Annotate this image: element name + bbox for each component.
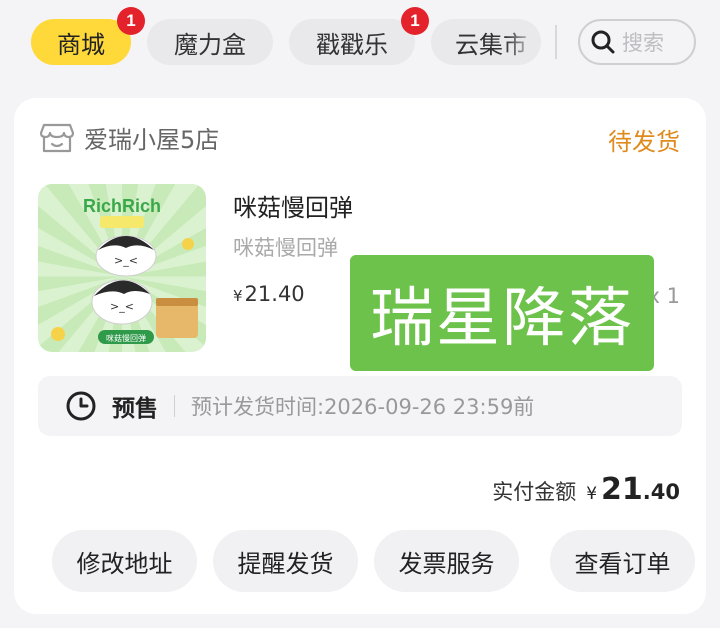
product-spec: 咪菇慢回弹 bbox=[233, 236, 338, 260]
tab-magic-box[interactable]: 魔力盒 bbox=[147, 19, 273, 65]
search-icon bbox=[591, 30, 615, 54]
presale-label: 预售 bbox=[112, 396, 158, 422]
order-actions: 修改地址 提醒发货 发票服务 查看订单 bbox=[52, 530, 696, 592]
store-icon bbox=[40, 123, 74, 152]
watermark-overlay: 瑞星降落 bbox=[350, 255, 654, 371]
search-box[interactable]: 搜索 bbox=[578, 19, 696, 65]
order-card[interactable]: 爱瑞小屋5店 待发货 RichRich >_< >_< 咪菇慢回弹 咪菇慢回弹 … bbox=[14, 98, 706, 614]
clock-icon bbox=[66, 391, 96, 421]
tab-mall[interactable]: 商城 1 bbox=[31, 7, 145, 65]
tab-poke-game[interactable]: 戳戳乐 1 bbox=[289, 7, 429, 65]
category-tab-bar: 商城 1 魔力盒 戳戳乐 1 云集市 搜索 bbox=[0, 0, 720, 88]
tab-poke-game-badge: 1 bbox=[401, 7, 429, 35]
payment-integer: 21 bbox=[601, 472, 643, 507]
estimated-ship-time: 预计发货时间:2026-09-26 23:59前 bbox=[191, 395, 535, 419]
tab-mall-label: 商城 bbox=[57, 30, 105, 59]
search-placeholder: 搜索 bbox=[622, 31, 664, 55]
view-order-button[interactable]: 查看订单 bbox=[550, 530, 695, 592]
payment-label: 实付金额 bbox=[492, 480, 577, 504]
presale-divider bbox=[174, 395, 175, 417]
product-price: ¥21.40 bbox=[233, 282, 305, 306]
order-status: 待发货 bbox=[608, 128, 680, 156]
svg-text:>_<: >_< bbox=[110, 300, 134, 313]
shop-name: 爱瑞小屋5店 bbox=[84, 126, 220, 154]
tab-mall-badge: 1 bbox=[117, 7, 145, 35]
tab-divider bbox=[555, 25, 557, 59]
payment-decimal: .40 bbox=[642, 480, 680, 504]
payment-total: 实付金额 ¥ 21 .40 bbox=[492, 472, 680, 507]
tab-cloud-market[interactable]: 云集市 bbox=[431, 19, 541, 65]
invoice-service-button[interactable]: 发票服务 bbox=[374, 530, 519, 592]
svg-text:>_<: >_< bbox=[114, 254, 138, 267]
modify-address-button[interactable]: 修改地址 bbox=[52, 530, 197, 592]
tab-fade-overlay bbox=[505, 19, 541, 65]
price-currency: ¥ bbox=[233, 287, 243, 305]
price-value: 21.40 bbox=[244, 282, 305, 306]
product-title[interactable]: 咪菇慢回弹 bbox=[233, 188, 353, 223]
product-art: RichRich >_< >_< 咪菇慢回弹 bbox=[38, 184, 206, 352]
shop-header[interactable]: 爱瑞小屋5店 bbox=[40, 120, 219, 155]
product-thumbnail[interactable]: RichRich >_< >_< 咪菇慢回弹 bbox=[38, 184, 206, 352]
tab-magic-box-label: 魔力盒 bbox=[174, 30, 246, 59]
remind-shipping-button[interactable]: 提醒发货 bbox=[213, 530, 358, 592]
presale-info: 预售 预计发货时间:2026-09-26 23:59前 bbox=[38, 376, 682, 436]
thumbnail-badge-text: 咪菇慢回弹 bbox=[106, 333, 146, 343]
payment-currency: ¥ bbox=[586, 484, 598, 504]
tab-poke-game-label: 戳戳乐 bbox=[316, 30, 388, 59]
thumbnail-brand-text: RichRich bbox=[83, 196, 161, 216]
